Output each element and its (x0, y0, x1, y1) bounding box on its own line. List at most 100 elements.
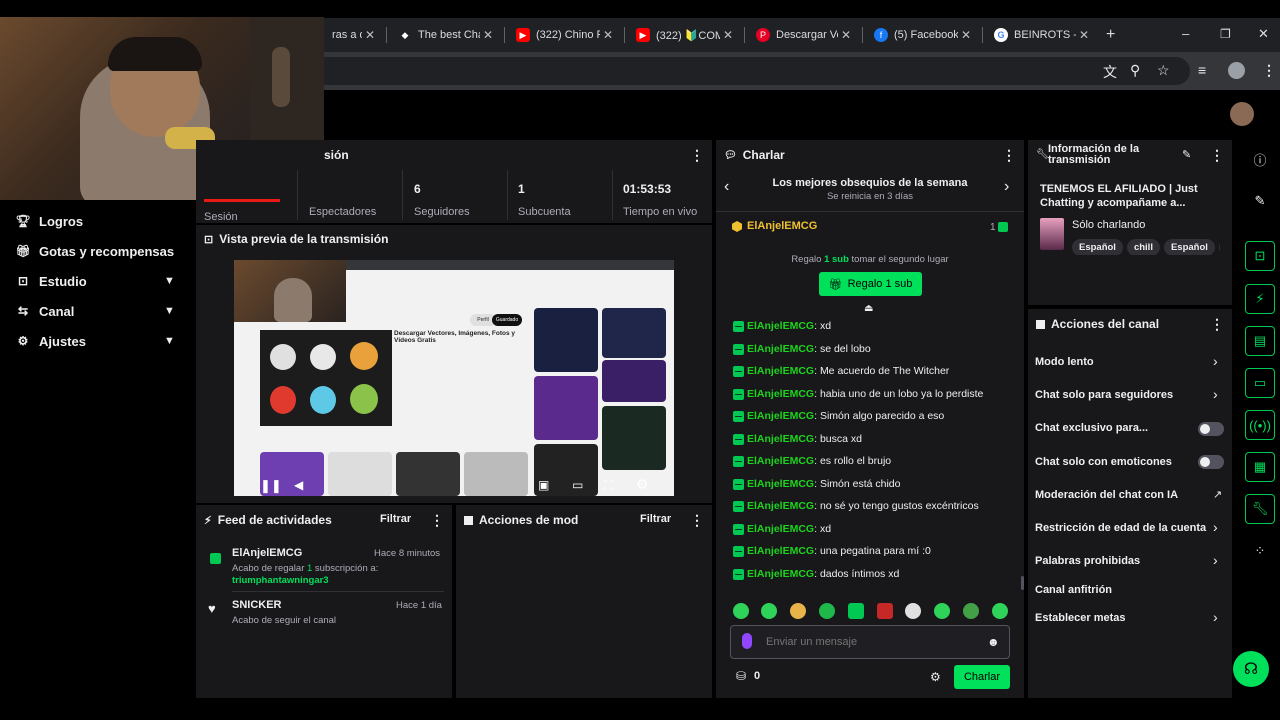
emote-icon[interactable] (963, 603, 979, 619)
emote-icon[interactable] (761, 603, 777, 619)
browser-tab[interactable]: ▶ (322) 🔰COM ✕ (628, 18, 742, 52)
sidebar-item-canal[interactable]: ⇆ Canal (14, 300, 74, 322)
restore-button[interactable]: ❐ (1220, 27, 1231, 41)
volume-icon[interactable]: ◀ (294, 478, 303, 492)
activity-filter-button[interactable]: Filtrar (380, 513, 411, 525)
extensions-icon[interactable]: ⁘ (1245, 536, 1275, 566)
chevron-right-icon[interactable]: › (1213, 552, 1218, 568)
chat-rail-icon[interactable]: ▭ (1245, 368, 1275, 398)
more-options-icon[interactable]: ⋮ (1002, 147, 1016, 164)
media-controls-icon[interactable]: ≡ (1198, 62, 1206, 78)
emote-icon[interactable] (733, 603, 749, 619)
more-options-icon[interactable]: ⋮ (690, 512, 704, 529)
mod-filter-button[interactable]: Filtrar (640, 513, 671, 525)
close-tab-icon[interactable]: ✕ (958, 28, 974, 42)
translate-icon[interactable]: 文 (1103, 62, 1117, 82)
browser-tab[interactable]: G BEINROTS - E ✕ (986, 18, 1098, 52)
action-slow-mode[interactable]: Modo lento (1035, 356, 1094, 368)
info-icon[interactable]: ⓘ (1245, 144, 1275, 174)
gift-sub-button[interactable]: 🎁︎ Regalo 1 sub (819, 272, 922, 296)
close-tab-icon[interactable]: ✕ (362, 28, 378, 42)
activity-name[interactable]: ElAnjelEMCG (232, 547, 302, 559)
action-emote-only[interactable]: Chat solo con emoticones (1035, 456, 1172, 468)
chevron-right-icon[interactable]: › (1213, 386, 1218, 402)
tag[interactable]: g (1218, 239, 1220, 255)
emote-icon[interactable] (819, 603, 835, 619)
stream-category[interactable]: Sólo charlando (1072, 219, 1145, 231)
emote-only-toggle[interactable] (1198, 455, 1224, 469)
notes-rail-icon[interactable]: ▤ (1245, 326, 1275, 356)
settings-gear-icon[interactable]: ⚙ (636, 476, 649, 493)
fullscreen-icon[interactable]: ⛶ (604, 478, 612, 493)
action-followers-only[interactable]: Chat solo para seguidores (1035, 389, 1173, 401)
close-tab-icon[interactable]: ✕ (480, 28, 496, 42)
profile-avatar[interactable] (1228, 62, 1245, 79)
chevron-left-icon[interactable]: ‹ (724, 178, 729, 196)
theater-mode-icon[interactable]: ▭ (572, 478, 583, 492)
external-link-icon[interactable]: ↗ (1213, 488, 1222, 501)
emote-icon[interactable] (934, 603, 950, 619)
emote-icon[interactable] (905, 603, 921, 619)
browser-tab[interactable]: f (5) Facebook ✕ (866, 18, 980, 52)
browser-menu-icon[interactable]: ⋮ (1262, 62, 1276, 79)
chevron-right-icon[interactable]: › (1004, 178, 1009, 196)
bookmark-star-icon[interactable]: ☆ (1157, 62, 1170, 79)
browser-tab[interactable]: ◆ The best Cha ✕ (390, 18, 502, 52)
top-gifter-name[interactable]: ElAnjelEMCG (747, 220, 817, 232)
mod-rail-icon[interactable]: ▦ (1245, 452, 1275, 482)
emote-icon[interactable] (790, 603, 806, 619)
action-host-channel[interactable]: Canal anfitrión (1035, 584, 1112, 596)
stream-preview-video[interactable]: Descargar Vectores, Imágenes, Fotos y Ví… (234, 260, 674, 496)
activity-rail-icon[interactable]: ⚡︎ (1245, 284, 1275, 314)
more-options-icon[interactable]: ⋮ (1210, 316, 1224, 333)
subscribers-only-toggle[interactable] (1198, 422, 1224, 436)
channel-points-icon[interactable]: ⛁ (736, 669, 746, 683)
activity-recipient[interactable]: triumphantawningar3 (232, 575, 329, 586)
tag[interactable]: Español (1163, 239, 1215, 255)
chevron-down-icon[interactable]: ▼ (164, 275, 175, 287)
chevron-right-icon[interactable]: › (1213, 609, 1218, 625)
wrench-rail-icon[interactable]: 🔧︎ (1245, 494, 1275, 524)
tag[interactable]: chill (1126, 239, 1160, 255)
collapse-icon[interactable]: ⏏ (864, 303, 873, 314)
minimize-button[interactable]: – (1182, 26, 1189, 41)
action-ai-moderation[interactable]: Moderación del chat con IA (1035, 489, 1178, 501)
sidebar-item-gotas[interactable]: 🎁︎ Gotas y recompensas (14, 240, 174, 262)
browser-tab[interactable]: ras a di ✕ (324, 18, 384, 52)
help-headset-icon[interactable]: ☊ (1233, 651, 1269, 687)
more-options-icon[interactable]: ⋮ (430, 512, 444, 529)
chat-settings-icon[interactable]: ⚙ (930, 670, 941, 684)
emote-icon[interactable] (877, 603, 893, 619)
browser-tab[interactable]: P Descargar Ve ✕ (748, 18, 860, 52)
action-banned-words[interactable]: Palabras prohibidas (1035, 555, 1140, 567)
more-options-icon[interactable]: ⋮ (1210, 147, 1224, 164)
close-tab-icon[interactable]: ✕ (838, 28, 854, 42)
more-options-icon[interactable]: ⋮ (690, 147, 704, 164)
action-subscribers-only[interactable]: Chat exclusivo para... (1035, 422, 1148, 434)
broadcast-rail-icon[interactable]: ((•)) (1245, 410, 1275, 440)
chevron-down-icon[interactable]: ▼ (164, 305, 175, 317)
edit-pencil-icon[interactable]: ✎ (1245, 186, 1275, 216)
close-tab-icon[interactable]: ✕ (720, 28, 736, 42)
sidebar-item-estudio[interactable]: ⊡ Estudio (14, 270, 87, 292)
user-avatar[interactable] (1230, 102, 1254, 126)
preview-rail-icon[interactable]: ⊡ (1245, 241, 1275, 271)
picture-in-picture-icon[interactable]: ▣ (538, 478, 549, 492)
close-tab-icon[interactable]: ✕ (1076, 28, 1092, 42)
sidebar-item-logros[interactable]: 🏆︎ Logros (14, 210, 83, 232)
pause-icon[interactable]: ❚❚ (260, 478, 282, 494)
send-chat-button[interactable]: Charlar (954, 665, 1010, 689)
chevron-right-icon[interactable]: › (1213, 353, 1218, 369)
chat-scrollbar[interactable] (1021, 576, 1024, 590)
category-boxart[interactable] (1040, 218, 1064, 250)
address-bar[interactable] (300, 57, 1190, 85)
edit-pencil-icon[interactable]: ✎ (1182, 148, 1191, 161)
sidebar-item-ajustes[interactable]: ⚙ Ajustes (14, 330, 86, 352)
action-set-goals[interactable]: Establecer metas (1035, 612, 1126, 624)
browser-tab[interactable]: ▶ (322) Chino P ✕ (508, 18, 622, 52)
chat-input[interactable] (766, 632, 976, 652)
emote-icon[interactable] (992, 603, 1008, 619)
zoom-icon[interactable]: ⚲ (1130, 62, 1140, 79)
action-age-restriction[interactable]: Restricción de edad de la cuenta (1035, 522, 1206, 534)
close-window-button[interactable]: ✕ (1258, 26, 1269, 42)
